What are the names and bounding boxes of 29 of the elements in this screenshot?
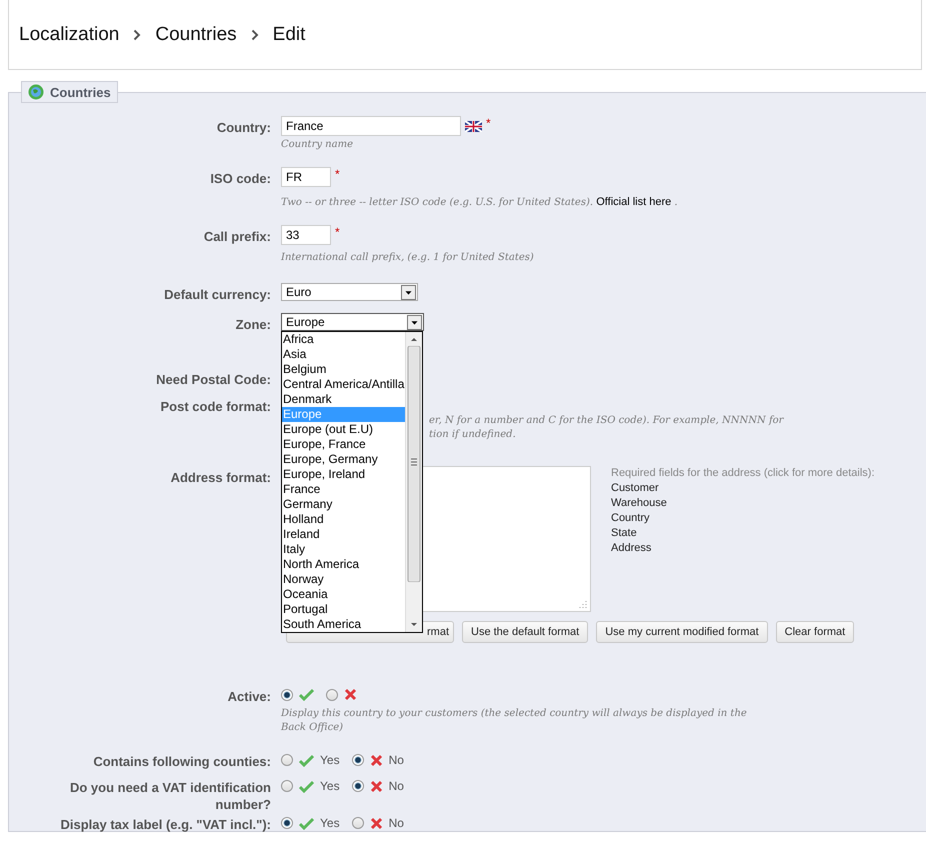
- field-label: Contains following counties:: [92, 753, 271, 770]
- field-label: Default currency:: [163, 286, 271, 303]
- field-label: Active:: [226, 688, 271, 706]
- field-hint: Two -- or three -- letter ISO code (e.g. U.S. for United States). Official list here .: [281, 195, 678, 210]
- breadcrumb-item: Edit: [272, 24, 306, 46]
- field-label: Display tax label (e.g. "VAT incl."):: [59, 816, 271, 832]
- option-label: Yes: [320, 816, 340, 830]
- option-label: No: [388, 779, 404, 793]
- required-mark: *: [335, 225, 340, 239]
- field-label: Post code format:: [159, 398, 271, 416]
- field-label: Country:: [216, 119, 271, 137]
- field-label: ISO code:: [209, 170, 271, 188]
- field-label: Call prefix:: [202, 228, 271, 246]
- required-fields-title: Required fields for the address (click for more details):: [611, 466, 874, 481]
- field-label: Address format:: [170, 469, 271, 487]
- option-label: No: [388, 753, 404, 767]
- field-label: Zone:: [234, 316, 271, 333]
- field-hint: Display this country to your customers (the selected country will always be displayed in the Back Office): [281, 707, 748, 735]
- option-label: Yes: [320, 779, 340, 793]
- required-mark: *: [335, 167, 340, 181]
- field-hint: International call prefix, (e.g. 1 for United States): [281, 251, 534, 265]
- field-hint: Country name: [281, 138, 353, 152]
- panel-title: Countries: [50, 84, 111, 100]
- field-hint: er, N for a number and C for the ISO code). For example, NNNNN for tion if undefined.: [429, 414, 784, 442]
- option-label: No: [388, 816, 404, 830]
- required-mark: *: [486, 116, 491, 130]
- option-label: Yes: [320, 753, 340, 767]
- field-label: Do you need a VAT identification number?: [68, 779, 271, 813]
- field-label: Need Postal Code:: [155, 371, 271, 388]
